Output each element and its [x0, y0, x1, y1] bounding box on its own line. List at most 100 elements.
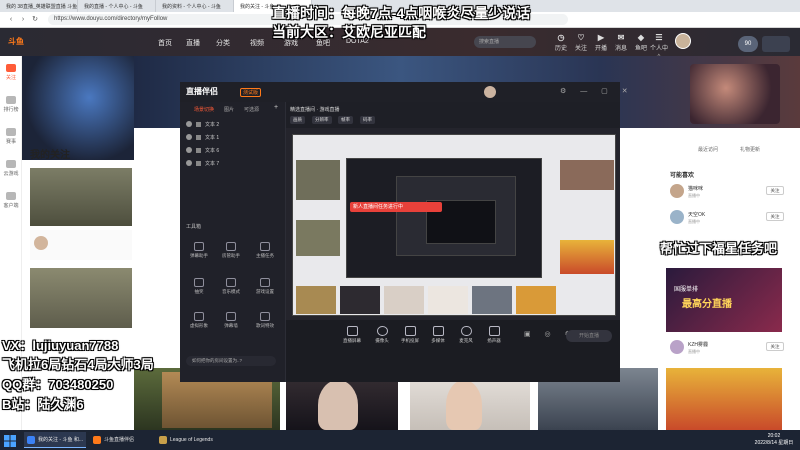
recommend-item[interactable]: KZH雾霾 直播中 关注 — [670, 338, 790, 358]
add-scene-icon[interactable]: + — [274, 104, 278, 111]
lock-icon[interactable] — [196, 147, 201, 153]
tab-scenes[interactable]: 场景切换 — [194, 106, 214, 113]
stream-card-thumbnail[interactable] — [30, 168, 132, 226]
tool-music[interactable]: 音乐模式 — [218, 278, 244, 295]
eye-icon[interactable] — [186, 121, 192, 127]
scene-row[interactable]: 文本 6 — [186, 144, 278, 156]
quality-pill[interactable]: 画质 — [290, 116, 305, 124]
tool-tasks[interactable]: 主播任务 — [252, 242, 278, 259]
recommend-status: 直播中 — [688, 349, 700, 354]
recommend-item[interactable]: 猫咪咪 直播中 关注 — [670, 182, 790, 202]
lock-icon[interactable] — [196, 121, 201, 127]
nav-live[interactable]: 直播 — [186, 38, 200, 48]
follow-button[interactable]: 关注 — [766, 212, 784, 221]
taskbar-app-browser[interactable]: 我的关注 - 斗鱼 和... — [24, 432, 86, 448]
search-input[interactable]: 搜索直播 — [474, 36, 536, 48]
tool-admin[interactable]: 房管助手 — [218, 242, 244, 259]
scene-row[interactable]: 文本 1 — [186, 131, 278, 143]
screen-capture-button[interactable]: 直播屏幕 — [338, 326, 366, 344]
follow-icon — [6, 64, 16, 72]
eye-icon[interactable] — [186, 134, 192, 140]
trophy-icon — [6, 128, 16, 136]
phone-icon — [404, 326, 416, 336]
microphone-button[interactable]: 麦克风 — [452, 326, 480, 344]
nav-category[interactable]: 分类 — [216, 38, 230, 48]
history-icon[interactable]: ◷ 历史 — [552, 33, 570, 52]
admin-icon — [226, 242, 236, 251]
nav-home[interactable]: 首页 — [158, 38, 172, 48]
browser-tab[interactable]: 我的资料 - 个人中心 - 斗鱼 — [156, 0, 234, 12]
eye-icon[interactable] — [186, 147, 192, 153]
message-icon[interactable]: ✉ 消息 — [612, 33, 630, 52]
tool-danmaku-wall[interactable]: 弹幕墙 — [218, 312, 244, 329]
live-icon[interactable]: ▶ 开播 — [592, 33, 610, 52]
promo-banner[interactable] — [22, 56, 134, 160]
browser-tab[interactable]: 我的 38直播_英雄联盟直播 斗鱼 — [0, 0, 78, 12]
follow-icon[interactable]: ♡ 关注 — [572, 33, 590, 52]
refresh-icon[interactable]: ↻ — [30, 15, 40, 25]
rail-item-rank[interactable]: 排行榜 — [2, 96, 20, 113]
tool-danmaku[interactable]: 弹幕助手 — [186, 242, 212, 259]
browser-tab[interactable]: 我的直播 - 个人中心 - 斗鱼 — [78, 0, 156, 12]
follow-button[interactable]: 关注 — [766, 342, 784, 351]
stream-thumbnail[interactable] — [666, 368, 782, 430]
taskbar-app-companion[interactable]: 斗鱼直播伴侣 — [90, 432, 152, 448]
user-center-icon[interactable]: ☰个人中心 — [650, 33, 668, 61]
companion-icon — [93, 436, 101, 444]
site-logo[interactable]: 斗鱼 — [8, 36, 50, 48]
league-icon — [159, 436, 167, 444]
stream-card-thumbnail[interactable] — [30, 268, 132, 328]
gift-update-link[interactable]: 礼物更新 — [740, 146, 760, 153]
rail-item-match[interactable]: 赛事 — [2, 128, 20, 145]
camera-button[interactable]: 摄像头 — [368, 326, 396, 344]
recommend-name: 猫咪咪 — [688, 186, 704, 192]
tool-lyrics[interactable]: 歌词特效 — [252, 312, 278, 329]
rail-item-follow[interactable]: 关注 — [2, 64, 20, 81]
lock-icon[interactable] — [196, 160, 201, 166]
scene-row[interactable]: 文本 2 — [186, 118, 278, 130]
overlay-vx: VX：lujiuyuan7788 — [2, 338, 119, 353]
windows-start-icon[interactable] — [4, 434, 16, 447]
media-button[interactable]: 多媒体 — [424, 326, 452, 344]
forward-icon[interactable]: › — [18, 15, 28, 25]
recommend-status: 直播中 — [688, 193, 700, 198]
avatar-icon — [194, 312, 204, 321]
taskbar-app-lol[interactable]: League of Legends — [156, 432, 228, 448]
back-icon[interactable]: ‹ — [6, 15, 16, 25]
help-tip[interactable]: 如何把你的房间设置为..? — [186, 356, 276, 366]
follow-title: 我的关注 — [30, 150, 70, 161]
follow-button[interactable]: 关注 — [766, 186, 784, 195]
overlay-bilibili: B站：陆久渊6 — [2, 397, 84, 412]
rail-item-client[interactable]: 客户端 — [2, 192, 20, 209]
overlay-qq: QQ群：703480250 — [2, 377, 114, 392]
recent-visit-link[interactable]: 最近访问 — [698, 146, 718, 153]
lock-icon[interactable] — [196, 134, 201, 140]
tool-lottery[interactable]: 抽奖 — [186, 278, 212, 295]
preview-thumbnail — [384, 286, 424, 314]
tool-avatar[interactable]: 虚拟形象 — [186, 312, 212, 329]
recommend-name: 天空OK — [688, 212, 706, 218]
avatar[interactable] — [675, 33, 691, 49]
eye-icon[interactable] — [186, 160, 192, 166]
streamer-avatar[interactable] — [34, 236, 48, 250]
bitrate-pill[interactable]: 码率 — [360, 116, 375, 124]
window-controls[interactable]: ⚙ — ▢ ✕ — [560, 87, 634, 95]
avatar[interactable] — [484, 86, 496, 98]
nav-video[interactable]: 视频 — [250, 38, 264, 48]
fps-pill[interactable]: 帧率 — [338, 116, 353, 124]
recommend-status: 直播中 — [688, 219, 700, 224]
rail-item-cloudgame[interactable]: 云游戏 — [2, 160, 20, 177]
music-icon — [226, 278, 236, 287]
resolution-pill[interactable]: 分辨率 — [312, 116, 332, 124]
fishbar-icon[interactable]: ◆ 鱼吧 — [632, 33, 650, 52]
system-clock[interactable]: 20:02 2022/8/14 星期日 — [752, 433, 796, 447]
ad-subtitle: 国服单排 — [674, 287, 699, 293]
phone-cast-button[interactable]: 手机投屏 — [396, 326, 424, 344]
speaker-button[interactable]: 扬声器 — [480, 326, 508, 344]
scene-row[interactable]: 文本 7 — [186, 157, 278, 169]
tool-game-settings[interactable]: 游戏设置 — [252, 278, 278, 295]
tab-images[interactable]: 图片 — [224, 106, 234, 113]
recommend-item[interactable]: 天空OK 直播中 关注 — [670, 208, 790, 228]
tab-sources[interactable]: 可选源 — [244, 106, 259, 113]
start-live-button[interactable]: 开始直播 — [566, 330, 612, 342]
